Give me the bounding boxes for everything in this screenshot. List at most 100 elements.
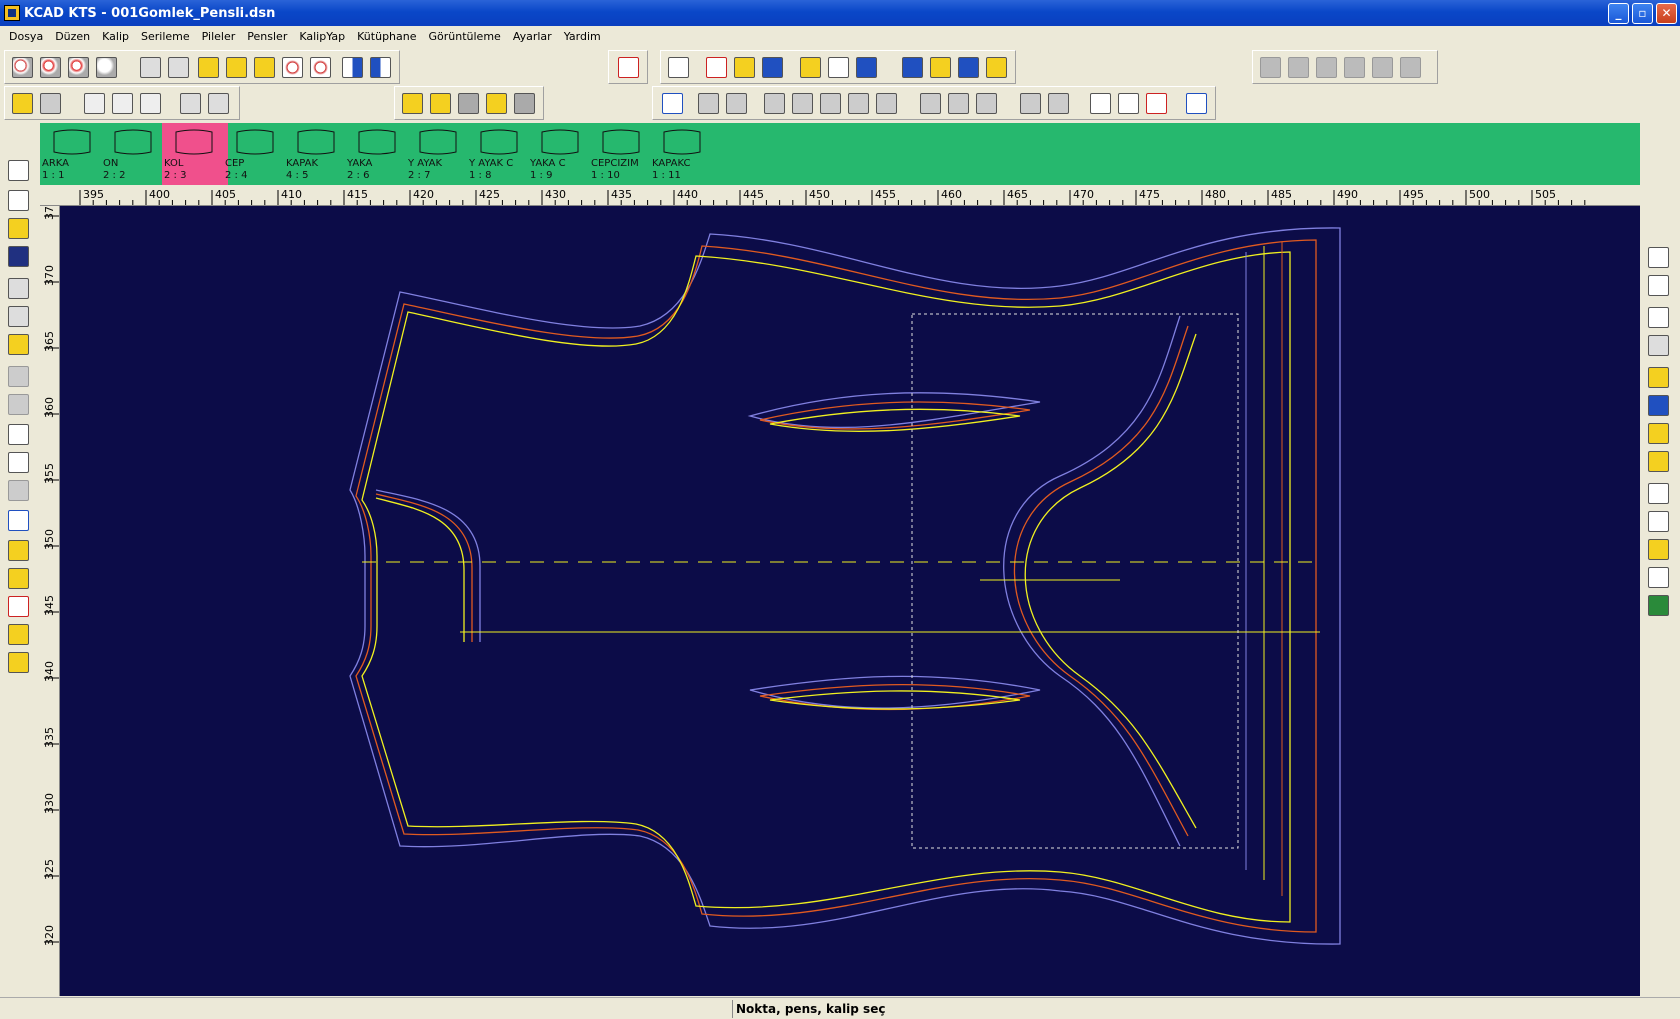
curve-icon[interactable] [665,54,692,81]
line-point-icon[interactable] [1645,272,1672,299]
grade-1-button[interactable] [899,54,926,81]
plot-icon[interactable] [5,303,32,330]
y0-button[interactable] [945,90,972,117]
align-h-button[interactable] [177,90,204,117]
move-piece-button[interactable] [251,54,278,81]
width-arrow-button[interactable] [615,54,642,81]
zoom-1-1-button[interactable] [93,54,120,81]
piece-y-ayak-c[interactable]: Y AYAK C1 : 8 [467,123,533,185]
curve-point-icon[interactable] [1645,304,1672,331]
piece-cep[interactable]: CEP 2 : 4 [223,123,289,185]
grade-y-button[interactable] [845,90,872,117]
edit-1-button[interactable] [399,90,426,117]
button-hole-icon[interactable] [1645,508,1672,535]
disabled-2-button[interactable] [1285,54,1312,81]
arrow-right-icon[interactable] [1183,90,1210,117]
align-v-button[interactable] [205,90,232,117]
pattern-canvas[interactable] [60,206,1640,996]
curve-edit-icon[interactable] [1645,332,1672,359]
mirror-button[interactable] [339,54,366,81]
fold-icon[interactable] [1645,420,1672,447]
copy-icon[interactable] [5,449,32,476]
piece-kapak[interactable]: KAPAK 4 : 5 [284,123,350,185]
table-2-button[interactable] [1115,90,1142,117]
circle-icon[interactable] [1645,480,1672,507]
piece-on[interactable]: ON 2 : 2 [101,123,167,185]
piece-info-button[interactable] [853,54,880,81]
piece-y-ayak[interactable]: Y AYAK 2 : 7 [406,123,472,185]
menu-pileler[interactable]: Pileler [196,30,242,43]
copy-grade-button[interactable] [761,90,788,117]
piece-arka[interactable]: ARKA 1 : 1 [40,123,106,185]
notch-button[interactable] [731,54,758,81]
piece-yaka-c[interactable]: YAKA C1 : 9 [528,123,594,185]
grade-2-button[interactable] [927,54,954,81]
x0-button[interactable] [917,90,944,117]
disabled-1-button[interactable] [1257,54,1284,81]
add-point-icon[interactable] [1645,244,1672,271]
dart-icon[interactable] [1645,364,1672,391]
edit-5-button[interactable] [511,90,538,117]
menu-duzen[interactable]: Düzen [49,30,96,43]
pan-hand-2-icon[interactable] [223,54,250,81]
split-button[interactable] [825,54,852,81]
menu-kalip[interactable]: Kalip [96,30,135,43]
slash-button[interactable] [955,54,982,81]
menu-kutuphane[interactable]: Kütüphane [351,30,422,43]
grade-xy-button[interactable] [873,90,900,117]
zoom-window-button[interactable] [165,54,192,81]
disabled-6-button[interactable] [1397,54,1424,81]
eraser-icon[interactable] [1645,592,1672,619]
cut-mark-button[interactable] [37,90,64,117]
grade-x-button[interactable] [817,90,844,117]
piece-yaka[interactable]: YAKA 2 : 6 [345,123,411,185]
save-disk-icon[interactable] [5,243,32,270]
flag-button[interactable] [983,54,1010,81]
piece-kapakc[interactable]: KAPAKC 1 : 11 [650,123,716,185]
edit-2-button[interactable] [427,90,454,117]
menu-pensler[interactable]: Pensler [241,30,293,43]
piece-list-icon[interactable] [5,565,32,592]
cut-scissors-icon[interactable] [5,421,32,448]
rotate-ccw-button[interactable] [279,54,306,81]
minimize-button[interactable]: _ [1608,3,1629,24]
edit-4-button[interactable] [483,90,510,117]
redo-icon[interactable] [5,391,32,418]
dash-tool-button[interactable] [137,90,164,117]
menu-goruntuleme[interactable]: Görüntüleme [423,30,507,43]
menu-serileme[interactable]: Serileme [135,30,196,43]
delete-x-icon[interactable] [5,593,32,620]
help-question-icon[interactable] [5,507,32,534]
grade-h-button[interactable] [695,90,722,117]
disabled-3-button[interactable] [1313,54,1340,81]
xy0-button[interactable] [973,90,1000,117]
piece-plus-icon[interactable] [5,621,32,648]
pleat-icon[interactable] [1645,392,1672,419]
disabled-4-button[interactable] [1341,54,1368,81]
text-abc-icon[interactable] [1645,564,1672,591]
measure-button[interactable] [9,90,36,117]
paste-icon[interactable] [5,477,32,504]
star-button[interactable] [1143,90,1170,117]
point-move-button[interactable] [109,90,136,117]
disabled-5-button[interactable] [1369,54,1396,81]
zoom-out-button[interactable] [65,54,92,81]
zoom-in-button[interactable] [37,54,64,81]
new-file-icon[interactable] [5,187,32,214]
piece-add-icon[interactable] [5,537,32,564]
menu-ayarlar[interactable]: Ayarlar [507,30,558,43]
undo-icon[interactable] [5,363,32,390]
select-tool-button[interactable] [137,54,164,81]
grade-v-button[interactable] [723,90,750,117]
menu-dosya[interactable]: Dosya [3,30,49,43]
restore-button[interactable]: ▫ [1632,3,1653,24]
edit-3-button[interactable] [455,90,482,117]
table-button[interactable] [1087,90,1114,117]
paste-grade-button[interactable] [789,90,816,117]
menu-kalipyap[interactable]: KalipYap [293,30,351,43]
cut-table-icon[interactable] [5,331,32,358]
piece-export-icon[interactable] [5,649,32,676]
label-icon[interactable] [1645,536,1672,563]
piece-cepcizim[interactable]: CEPCIZIM 1 : 10 [589,123,655,185]
arrow-left-icon[interactable] [659,90,686,117]
